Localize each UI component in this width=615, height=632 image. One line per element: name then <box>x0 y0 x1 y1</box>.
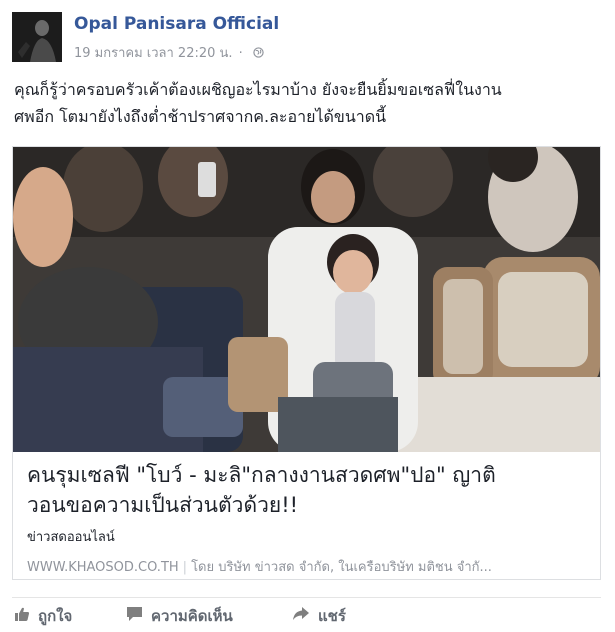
comment-icon <box>126 606 151 626</box>
comment-label: ความคิดเห็น <box>151 607 233 625</box>
link-domain: WWW.KHAOSOD.CO.TH <box>27 560 179 575</box>
link-preview-card[interactable]: คนรุมเซลฟี "โบว์ - มะลิ"กลางงานสวดศพ"ปอ"… <box>12 146 601 580</box>
author-name[interactable]: Opal Panisara Official <box>74 14 279 34</box>
post-text-line: ศพอีก โตมายังไงถึงต่ำช้าปราศจากค.ละอายได… <box>14 107 387 126</box>
link-preview-image[interactable] <box>13 147 600 452</box>
author-avatar[interactable] <box>12 12 62 62</box>
link-preview-body[interactable]: คนรุมเซลฟี "โบว์ - มะลิ"กลางงานสวดศพ"ปอ"… <box>13 452 600 579</box>
share-arrow-icon <box>292 606 318 626</box>
link-source: ข่าวสดออนไลน์ <box>27 530 115 545</box>
link-title-line: วอนขอความเป็นส่วนตัวด้วย!! <box>27 493 299 517</box>
share-button[interactable]: แชร์ <box>292 602 346 630</box>
actions-divider <box>12 597 601 598</box>
meta-separator: · <box>238 46 243 61</box>
post-header: Opal Panisara Official 19 มกราคม เวลา 22… <box>12 12 602 62</box>
link-byline: โดย บริษัท ข่าวสด จำกัด, ในเครือบริษัท ม… <box>191 560 492 575</box>
globe-icon <box>249 46 264 61</box>
domain-separator: | <box>182 560 188 575</box>
post-timestamp[interactable]: 19 มกราคม เวลา 22:20 น. <box>74 46 233 61</box>
link-title-line: คนรุมเซลฟี "โบว์ - มะลิ"กลางงานสวดศพ"ปอ"… <box>27 463 496 487</box>
post-text: คุณก็รู้ว่าครอบครัวเค้าต้องเผชิญอะไรมาบ้… <box>14 76 604 130</box>
share-label: แชร์ <box>318 607 346 625</box>
facebook-post: Opal Panisara Official 19 มกราคม เวลา 22… <box>0 0 615 632</box>
post-text-line: คุณก็รู้ว่าครอบครัวเค้าต้องเผชิญอะไรมาบ้… <box>14 80 502 99</box>
post-actions-bar: ถูกใจ ความคิดเห็น แชร์ <box>12 602 601 630</box>
like-label: ถูกใจ <box>38 607 73 625</box>
link-title[interactable]: คนรุมเซลฟี "โบว์ - มะลิ"กลางงานสวดศพ"ปอ"… <box>27 460 587 520</box>
comment-button[interactable]: ความคิดเห็น <box>126 602 233 630</box>
post-meta: 19 มกราคม เวลา 22:20 น. · <box>74 42 270 63</box>
like-button[interactable]: ถูกใจ <box>14 602 72 630</box>
thumbs-up-icon <box>14 606 38 626</box>
link-domain-row: WWW.KHAOSOD.CO.TH | โดย บริษัท ข่าวสด จำกั… <box>27 556 587 577</box>
